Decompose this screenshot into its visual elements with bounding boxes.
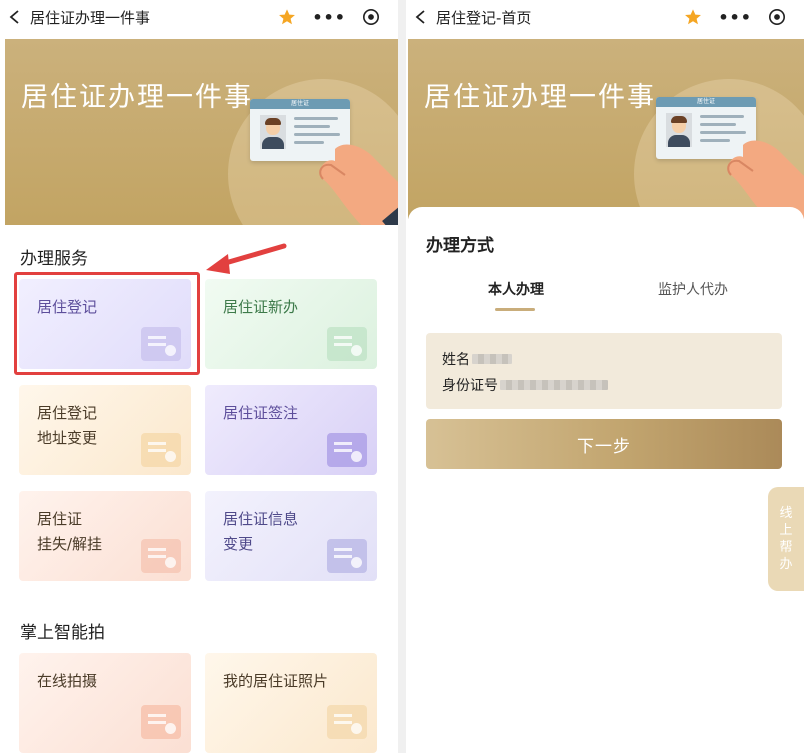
tile-my-permit-photo[interactable]: 我的居住证照片 [205, 653, 377, 753]
identity-info-box: 姓名 身份证号 [426, 333, 782, 409]
tile-address-change[interactable]: 居住登记 地址变更 [19, 385, 191, 475]
next-step-button[interactable]: 下一步 [426, 419, 782, 469]
target-icon [768, 8, 786, 26]
nav-bar: 居住证办理一件事 ••• [0, 0, 398, 34]
star-icon [279, 9, 296, 25]
masked-name [472, 354, 512, 364]
card-block-icon [141, 539, 181, 573]
favorite-button[interactable] [684, 8, 702, 26]
star-icon [685, 9, 702, 25]
nav-bar: 居住登记-首页 ••• [406, 0, 804, 34]
close-mini-program-button[interactable] [362, 8, 380, 26]
back-arrow-icon [415, 10, 425, 24]
tab-self[interactable]: 本人办理 [488, 279, 544, 299]
favorite-button[interactable] [278, 8, 296, 26]
more-button[interactable]: ••• [718, 8, 752, 27]
photo-icon [327, 705, 367, 739]
banner: 居住证办理一件事 居住证 [408, 39, 804, 219]
left-screen: 居住证办理一件事 ••• 居住证办理一件事 居住证 办理服务 居住登记 居住证新… [0, 0, 398, 753]
tile-info-change[interactable]: 居住证信息 变更 [205, 491, 377, 581]
document-user-icon [141, 327, 181, 361]
address-change-icon [141, 433, 181, 467]
more-icon: ••• [718, 7, 752, 27]
name-label: 姓名 [442, 352, 470, 368]
back-arrow-icon [9, 10, 19, 24]
close-mini-program-button[interactable] [768, 8, 786, 26]
capsule-menu: ••• [684, 8, 786, 27]
banner: 居住证办理一件事 居住证 [5, 39, 398, 225]
card-icon [327, 327, 367, 361]
back-button[interactable] [406, 0, 436, 34]
masked-id-number [500, 380, 608, 390]
banner-title: 居住证办理一件事 [424, 82, 656, 113]
tab-guardian[interactable]: 监护人代办 [658, 279, 728, 299]
back-button[interactable] [0, 0, 30, 34]
tile-online-photo[interactable]: 在线拍摄 [19, 653, 191, 753]
hand-illustration [319, 144, 398, 225]
banner-title: 居住证办理一件事 [21, 82, 253, 113]
more-button[interactable]: ••• [312, 8, 346, 27]
page-title: 居住证办理一件事 [30, 8, 151, 27]
tile-permit-endorsement[interactable]: 居住证签注 [205, 385, 377, 475]
id-row: 身份证号 [442, 375, 608, 395]
target-icon [362, 8, 380, 26]
red-arrow-annotation [206, 243, 287, 274]
handling-method-sheet: 办理方式 本人办理 监护人代办 姓名 身份证号 下一步 [408, 207, 804, 753]
tab-active-indicator [495, 308, 535, 311]
right-screen: 居住登记-首页 ••• 居住证办理一件事 居住证 办理方式 本人办理 监护人代办… [406, 0, 804, 753]
page-title: 居住登记-首页 [436, 8, 532, 27]
id-number-label: 身份证号 [442, 378, 498, 394]
refresh-document-icon [327, 539, 367, 573]
tile-residence-registration[interactable]: 居住登记 [19, 279, 191, 369]
more-icon: ••• [312, 7, 346, 27]
section-title-smart-photo: 掌上智能拍 [20, 623, 105, 643]
online-help-button[interactable]: 线 上 帮 办 [768, 487, 804, 591]
name-row: 姓名 [442, 349, 512, 369]
divider [398, 0, 406, 753]
tile-new-residence-permit[interactable]: 居住证新办 [205, 279, 377, 369]
camera-icon [141, 705, 181, 739]
sheet-title: 办理方式 [426, 236, 494, 256]
edit-document-icon [327, 433, 367, 467]
section-title-services: 办理服务 [20, 249, 88, 269]
tile-report-loss[interactable]: 居住证 挂失/解挂 [19, 491, 191, 581]
capsule-menu: ••• [278, 8, 380, 27]
